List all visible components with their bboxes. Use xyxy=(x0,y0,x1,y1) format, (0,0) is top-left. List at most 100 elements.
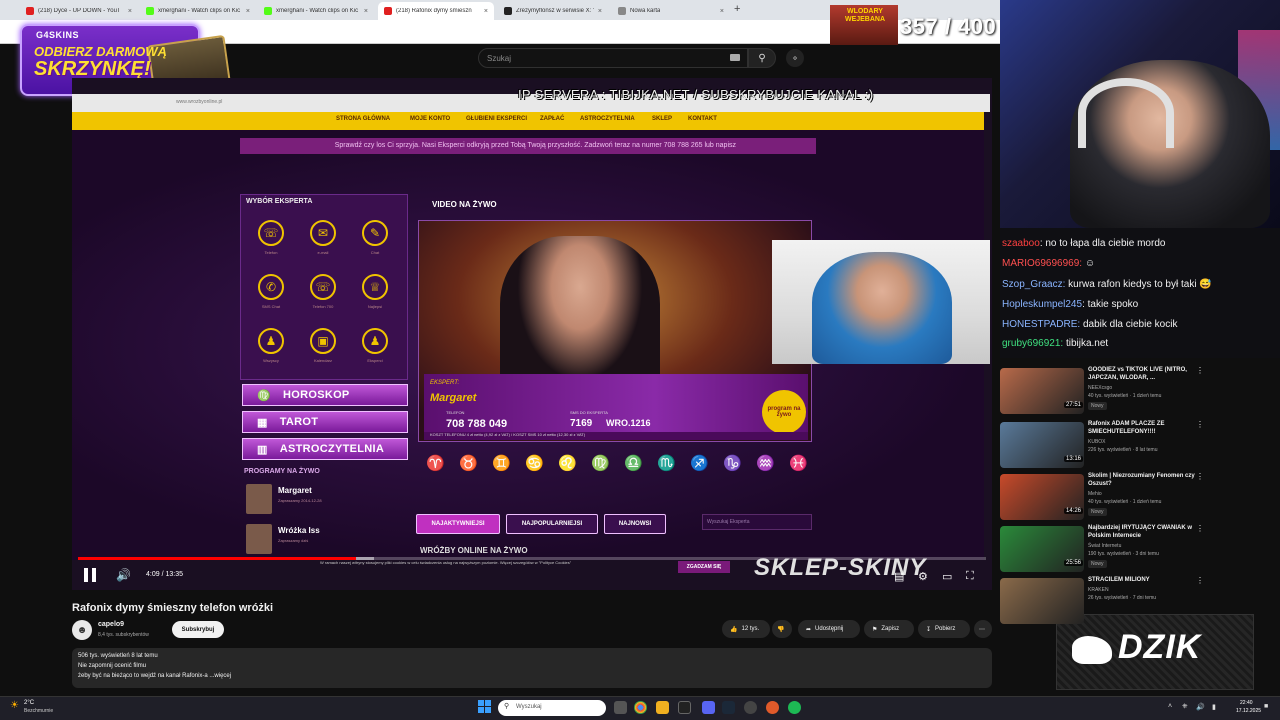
programs-title: PROGRAMY NA ŻYWO xyxy=(244,468,320,475)
speaker-icon[interactable]: 🔊 xyxy=(1196,703,1205,711)
tab-close-icon[interactable]: × xyxy=(598,8,602,15)
share-button[interactable]: ➦ Udostępnij xyxy=(798,620,860,638)
tab-close-icon[interactable]: × xyxy=(720,8,724,15)
terminal-icon[interactable] xyxy=(678,701,691,714)
recommended-video[interactable]: 25:56 Najbardziej IRYTUJĄCY CWANIAK w Pol… xyxy=(1000,524,1276,576)
expert-option-icon: ✎ xyxy=(362,220,388,246)
save-button[interactable]: ⚑ Zapisz xyxy=(864,620,914,638)
chat-message: Szop_Graacz: kurwa rafon kiedys to był t… xyxy=(1002,279,1212,290)
tab-close-icon[interactable]: × xyxy=(128,8,132,15)
video-channel[interactable]: Świat Internetu xyxy=(1088,543,1121,549)
more-icon[interactable]: ⋮ xyxy=(1196,524,1204,533)
expert-option-icon: ♟ xyxy=(258,328,284,354)
like-button[interactable]: 👍 12 tys. xyxy=(722,620,770,638)
thumbs-up-icon: 👍 xyxy=(730,626,738,633)
expert-option-label: Najlepsi xyxy=(367,304,383,309)
recommended-video[interactable]: 13:16 Rafonix ADAM PLACZE ZE SMIECHUTELEF… xyxy=(1000,420,1276,472)
keyboard-icon[interactable] xyxy=(730,54,740,61)
video-channel[interactable]: KRAKEN xyxy=(1088,587,1109,593)
more-actions-button[interactable]: ⋯ xyxy=(974,620,992,638)
program-badge: program na żywo xyxy=(762,390,806,434)
video-title[interactable]: Najbardziej IRYTUJĄCY CWANIAK w Polskim … xyxy=(1088,524,1202,540)
battery-icon[interactable]: ▮ xyxy=(1212,703,1216,711)
zodiac-sign-icon: ♏ xyxy=(657,455,676,472)
channel-name[interactable]: capelo9 xyxy=(98,621,124,628)
expert-search-input: Wyszukaj Eksperta xyxy=(702,514,812,530)
description-box[interactable] xyxy=(72,648,992,688)
browser-tab[interactable]: xmerghani - Watch clips on Kic × xyxy=(140,2,256,20)
recommended-video[interactable]: STRACILEM MILIONY KRAKEN 26 tys. wyświetle… xyxy=(1000,576,1276,628)
taskbar-search[interactable]: Wyszukaj xyxy=(498,700,606,716)
new-badge: Nowy xyxy=(1088,402,1107,410)
clock-time[interactable]: 22:40 xyxy=(1240,700,1253,706)
menu-item-label: HOROSKOP xyxy=(283,389,350,401)
mic-button[interactable]: ⚬ xyxy=(786,49,804,67)
spotify-icon[interactable] xyxy=(788,701,801,714)
obs-icon[interactable] xyxy=(744,701,757,714)
tab-favicon-icon xyxy=(26,7,34,15)
menu-item-icon: ♍ xyxy=(257,389,271,402)
more-icon[interactable]: ⋮ xyxy=(1196,366,1204,375)
discord-icon[interactable] xyxy=(702,701,715,714)
recommended-video[interactable]: 27:51 GOODIEZ vs TIKTOK LIVE (NITRO, JAPC… xyxy=(1000,366,1276,418)
new-tab-button[interactable]: + xyxy=(734,3,740,15)
video-channel[interactable]: KUBOX xyxy=(1088,439,1106,445)
expert-option-label: Eksperci xyxy=(367,358,383,363)
weather-temp[interactable]: 2°C xyxy=(24,700,34,706)
description-line-2[interactable]: żeby być na bieżąco to wejdź na kanał Ra… xyxy=(78,673,231,679)
search-button[interactable]: ⚲ xyxy=(748,48,776,68)
video-channel[interactable]: Mehio xyxy=(1088,491,1102,497)
download-button[interactable]: ↧ Pobierz xyxy=(918,620,970,638)
chrome-icon[interactable] xyxy=(634,701,647,714)
recommended-video[interactable]: 14:26 Skolim | Niezrozumiany Fenomen czy … xyxy=(1000,472,1276,524)
clock-date[interactable]: 17.12.2025 xyxy=(1236,708,1261,714)
video-title[interactable]: STRACILEM MILIONY xyxy=(1088,576,1202,584)
start-button[interactable] xyxy=(478,700,492,714)
notification-icon[interactable]: ■ xyxy=(1264,703,1268,710)
browser-tab[interactable]: Zrezymyflonsz w serwisie X: "Je × xyxy=(498,2,608,20)
more-icon[interactable]: ⋮ xyxy=(1196,472,1204,481)
dzik-logo-text: DZIK xyxy=(1118,628,1202,666)
tab-close-icon[interactable]: × xyxy=(364,8,368,15)
video-channel[interactable]: NEEXcsgo xyxy=(1088,385,1112,391)
inner-nav-item: SKLEP xyxy=(652,116,673,122)
video-title[interactable]: Rafonix ADAM PLACZE ZE SMIECHUTELEFONY!!… xyxy=(1088,420,1202,436)
video-title[interactable]: GOODIEZ vs TIKTOK LIVE (NITRO, JAPCZAN, … xyxy=(1088,366,1202,382)
browser-tab[interactable]: (218) Dyce - UP DOWN - YouT × xyxy=(20,2,138,20)
tab-close-icon[interactable]: × xyxy=(484,8,488,15)
theater-mode-icon[interactable]: ▭ xyxy=(942,570,952,583)
video-duration: 27:51 xyxy=(1064,402,1084,408)
site-menu-button: ♍ HOROSKOP xyxy=(242,384,408,406)
video-meta: 40 tys. wyświetleń · 1 dzień temu xyxy=(1088,499,1162,505)
browser-app-icon[interactable] xyxy=(766,701,779,714)
settings-icon[interactable]: ⚙ xyxy=(918,570,928,583)
fullscreen-icon[interactable]: ⛶ xyxy=(966,570,974,583)
file-explorer-icon[interactable] xyxy=(656,701,669,714)
tab-close-icon[interactable]: × xyxy=(246,8,250,15)
volume-icon[interactable]: 🔊 xyxy=(116,568,131,582)
like-count: 12 tys. xyxy=(741,626,760,632)
task-view-icon[interactable] xyxy=(614,701,627,714)
browser-tab[interactable]: Nowa karta × xyxy=(612,2,730,20)
inner-nav-item: KONTAKT xyxy=(688,116,717,122)
more-icon[interactable]: ⋮ xyxy=(1196,420,1204,429)
tray-chevron-icon[interactable]: ˄ xyxy=(1168,703,1172,710)
subscribe-button[interactable]: Subskrybuj xyxy=(172,621,224,638)
search-input[interactable]: Szukaj xyxy=(478,48,748,68)
steam-icon[interactable] xyxy=(722,701,735,714)
pause-button[interactable] xyxy=(84,568,98,584)
channel-avatar[interactable]: ☻ xyxy=(72,620,92,640)
video-title[interactable]: Skolim | Niezrozumiany Fenomen czy Oszus… xyxy=(1088,472,1202,488)
network-icon[interactable]: ⎈ xyxy=(1182,703,1188,711)
browser-tab[interactable]: (218) Rafonix dymy śmieszn × xyxy=(378,2,494,20)
zodiac-sign-icon: ♍ xyxy=(591,455,610,472)
dislike-button[interactable]: 👎 xyxy=(772,620,792,638)
browser-tab[interactable]: xmerghani - Watch clips on Kic × xyxy=(258,2,374,20)
more-icon[interactable]: ⋮ xyxy=(1196,576,1204,585)
thumbs-down-icon: 👎 xyxy=(777,626,785,633)
menu-item-label: TAROT xyxy=(279,416,319,428)
sun-icon[interactable]: ☀ xyxy=(10,700,19,711)
subtitles-icon[interactable]: ▤ xyxy=(894,570,904,583)
video-thumbnail[interactable] xyxy=(1000,578,1084,624)
expert-name: Margaret xyxy=(430,392,477,404)
